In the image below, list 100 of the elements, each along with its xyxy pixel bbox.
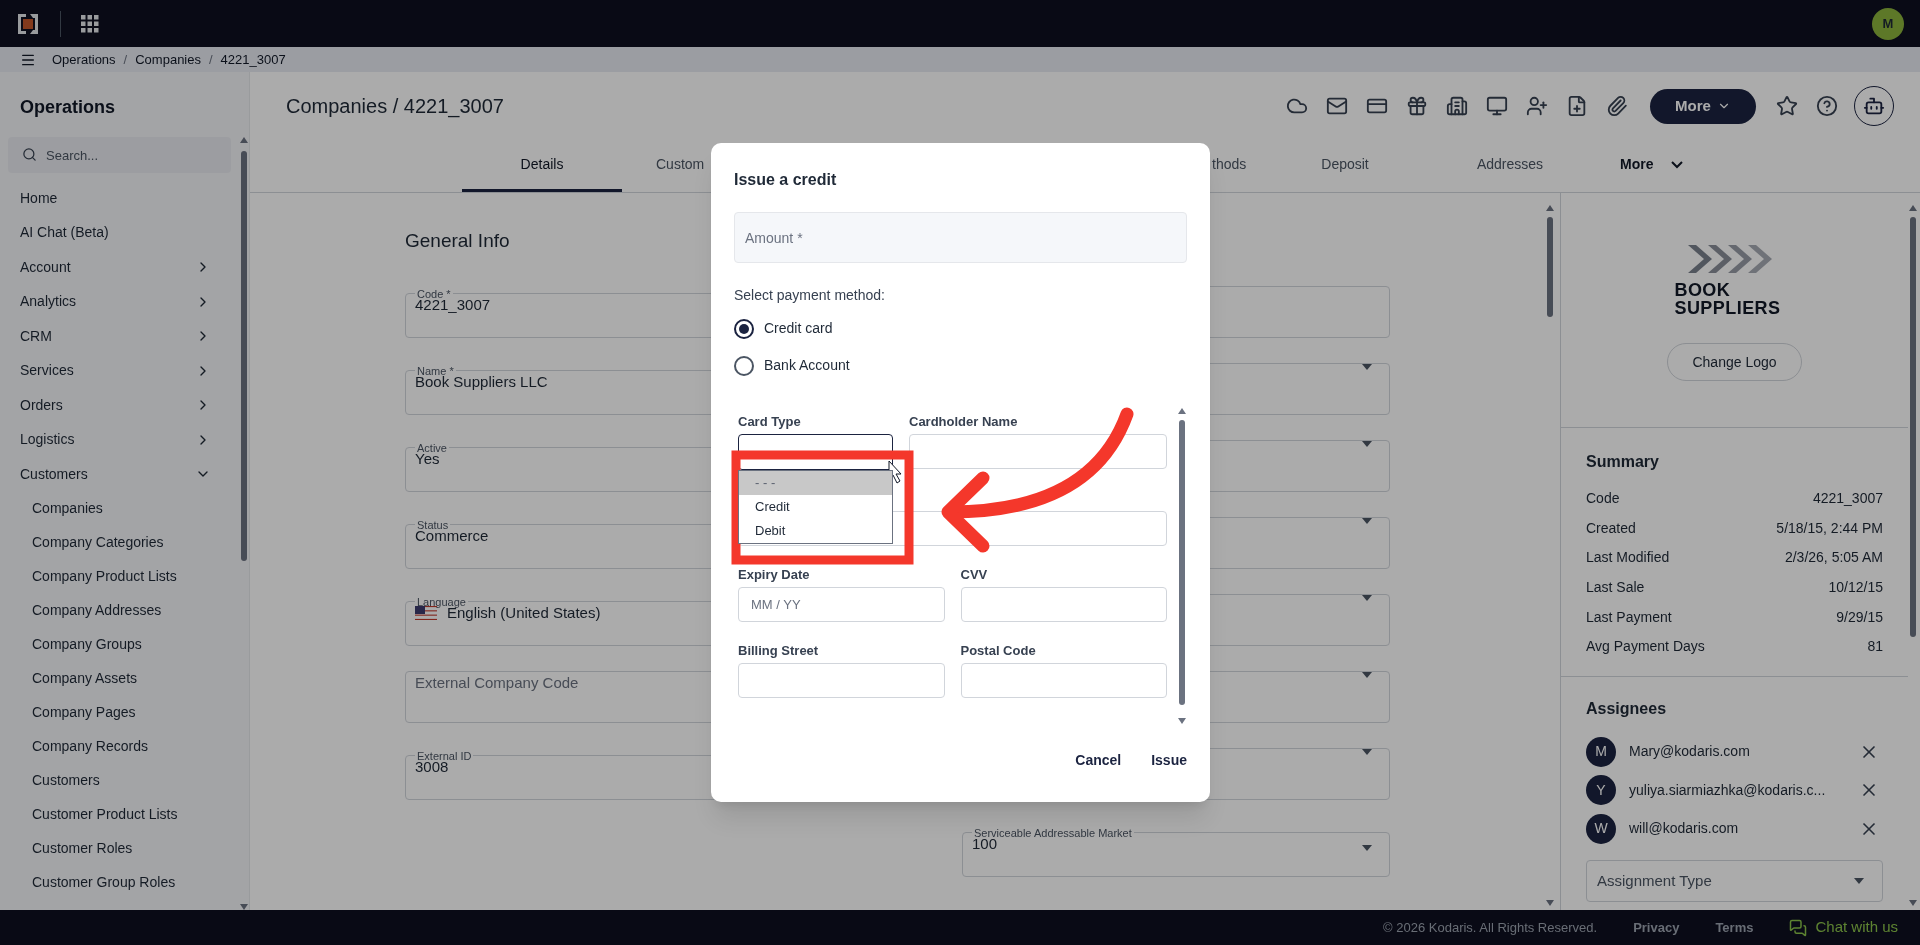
- apps-grid-icon[interactable]: [81, 14, 99, 33]
- sidebar-item[interactable]: Company Assets: [0, 661, 239, 696]
- field-label: Expiry Date: [738, 566, 811, 584]
- tab[interactable]: Addresses: [1408, 140, 1612, 192]
- more-button[interactable]: More: [1650, 88, 1756, 124]
- user-plus-icon[interactable]: [1526, 95, 1548, 117]
- caret-icon: [1362, 748, 1372, 755]
- sidebar-item[interactable]: Companies: [0, 491, 239, 526]
- input-field[interactable]: Amount *: [734, 212, 1187, 263]
- building-icon[interactable]: [1446, 95, 1468, 117]
- help-icon[interactable]: [1816, 95, 1838, 117]
- select-field[interactable]: Assignment Type: [1586, 860, 1883, 903]
- dialog-button[interactable]: Cancel: [1075, 750, 1122, 771]
- footer-link[interactable]: Privacy: [1633, 917, 1680, 938]
- input-field[interactable]: [960, 663, 1167, 698]
- scroll-up-icon[interactable]: [1909, 205, 1917, 211]
- breadcrumb-link[interactable]: 4221_3007: [220, 49, 286, 70]
- caret-icon: [1362, 363, 1372, 370]
- sidebar-item[interactable]: Company Product Lists: [0, 559, 239, 594]
- scroll-down-icon[interactable]: [1178, 718, 1186, 724]
- sidebar-item[interactable]: Services: [0, 353, 239, 388]
- dropdown-option[interactable]: - - -: [739, 471, 892, 495]
- scroll-up-icon[interactable]: [240, 137, 248, 143]
- summary-label: Last Payment: [1586, 607, 1672, 627]
- summary-value: 81: [1867, 637, 1883, 657]
- monitor-icon[interactable]: [1486, 95, 1508, 117]
- sidebar-item[interactable]: Logistics: [0, 422, 239, 457]
- sidebar-item[interactable]: Customers: [0, 457, 239, 492]
- sidebar-item[interactable]: Company Groups: [0, 627, 239, 662]
- radio-button[interactable]: [734, 355, 754, 376]
- summary-value: 10/12/15: [1828, 578, 1883, 598]
- sidebar-item[interactable]: Customer Roles: [0, 831, 239, 866]
- summary-label: Avg Payment Days: [1586, 637, 1705, 657]
- sidebar-item[interactable]: Customer Group Roles: [0, 865, 239, 900]
- sidebar-item[interactable]: Orders: [0, 388, 239, 423]
- tab[interactable]: More: [1612, 140, 1712, 192]
- assignee-email: will@kodaris.com: [1629, 819, 1740, 839]
- section-title: Assignees: [1586, 698, 1668, 719]
- breadcrumb-separator: /: [209, 50, 213, 69]
- sidebar-item[interactable]: Company Addresses: [0, 593, 239, 628]
- assignee-email: Mary@kodaris.com: [1629, 742, 1751, 762]
- chat-icon: [1789, 918, 1808, 937]
- sidebar-item[interactable]: Account: [0, 250, 239, 285]
- caret-icon: [1362, 845, 1372, 852]
- dropdown-option[interactable]: Credit: [739, 495, 892, 519]
- sidebar-item[interactable]: Customers: [0, 763, 239, 798]
- input-field[interactable]: MM / YY: [738, 587, 945, 622]
- caret-icon: [1362, 440, 1372, 447]
- dialog-title: Issue a credit: [734, 170, 838, 190]
- assignee-email: yuliya.siarmiazhka@kodaris.c...: [1629, 780, 1827, 800]
- sidebar-item[interactable]: Company Records: [0, 729, 239, 764]
- scroll-down-icon[interactable]: [1909, 900, 1917, 906]
- breadcrumb-separator: /: [123, 50, 128, 69]
- assignee-avatar: M: [1586, 736, 1616, 767]
- assignee-avatar: W: [1586, 813, 1616, 844]
- page-title: Companies / 4221_3007: [286, 94, 504, 120]
- sidebar-item[interactable]: Company Pages: [0, 695, 239, 730]
- footer-link[interactable]: Terms: [1715, 917, 1754, 938]
- sidebar-item[interactable]: Customer Product Lists: [0, 797, 239, 832]
- chat-link[interactable]: Chat with us: [1789, 916, 1898, 939]
- caret-icon: [1362, 517, 1372, 524]
- field-label: Postal Code: [960, 642, 1037, 660]
- radio-button[interactable]: [734, 318, 754, 339]
- sidebar-item[interactable]: Company Categories: [0, 525, 239, 560]
- input-field[interactable]: [960, 587, 1167, 622]
- tab[interactable]: thods: [1212, 140, 1282, 192]
- search-field[interactable]: Search...: [8, 137, 231, 173]
- scrollbar[interactable]: [1908, 205, 1918, 906]
- sidebar-item[interactable]: Home: [0, 181, 239, 216]
- sidebar-item[interactable]: AI Chat (Beta): [0, 215, 239, 250]
- section-title: General Info: [405, 229, 510, 253]
- file-plus-icon[interactable]: [1566, 95, 1588, 117]
- scrollbar[interactable]: [1177, 408, 1187, 724]
- scroll-up-icon[interactable]: [1546, 205, 1554, 211]
- robot-icon: [1863, 95, 1885, 117]
- chevron-down-icon: [1671, 160, 1684, 169]
- dialog-button[interactable]: Issue: [1151, 750, 1187, 771]
- dropdown-option[interactable]: Debit: [739, 519, 892, 543]
- star-icon[interactable]: [1776, 95, 1798, 117]
- sidebar-item[interactable]: Analytics: [0, 284, 239, 319]
- input-field[interactable]: [738, 663, 945, 698]
- summary-value: 4221_3007: [1812, 489, 1883, 509]
- sidebar-item[interactable]: CRM: [0, 319, 239, 354]
- summary-label: Last Modified: [1586, 548, 1670, 568]
- breadcrumb-link[interactable]: Companies: [135, 49, 201, 70]
- scroll-up-icon[interactable]: [1178, 408, 1186, 414]
- sidebar-title: Operations: [19, 96, 117, 119]
- input-field[interactable]: [909, 434, 1167, 469]
- scroll-down-icon[interactable]: [1546, 900, 1554, 906]
- assignee-avatar: Y: [1586, 775, 1616, 806]
- caret-icon: [1362, 594, 1372, 601]
- tab[interactable]: Details: [462, 140, 622, 192]
- breadcrumb-link[interactable]: Operations: [52, 49, 116, 70]
- scrollbar[interactable]: [1545, 205, 1555, 906]
- gift-icon[interactable]: [1406, 95, 1428, 117]
- tab[interactable]: Deposit: [1282, 140, 1408, 192]
- summary-value: 2/3/26, 5:05 AM: [1784, 548, 1883, 568]
- paperclip-icon[interactable]: [1606, 95, 1628, 117]
- mail-icon[interactable]: [1326, 95, 1348, 117]
- scrollbar[interactable]: [239, 137, 249, 910]
